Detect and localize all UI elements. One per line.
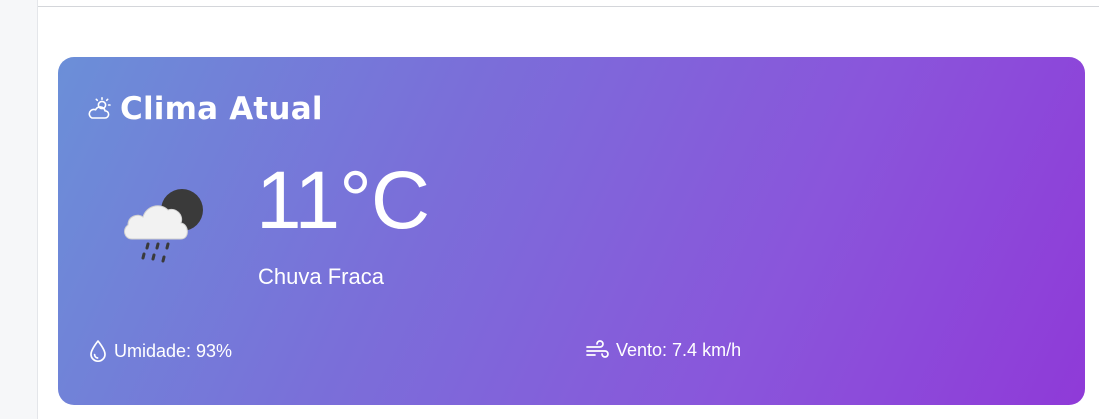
weather-card: Clima Atual 11°C Chuva Fraca Umidade: 93… — [58, 57, 1085, 405]
temperature-value: 11°C — [256, 155, 430, 246]
wind-icon — [585, 339, 610, 361]
sun-cloud-icon — [86, 96, 112, 122]
card-title: Clima Atual — [120, 91, 323, 127]
humidity-label: Umidade: 93% — [114, 340, 233, 361]
card-header: Clima Atual — [86, 91, 323, 127]
rain-cloud-night-icon — [118, 182, 214, 272]
condition-text: Chuva Fraca — [258, 264, 384, 289]
wind-label: Vento: 7.4 km/h — [616, 339, 742, 360]
wind-stat: Vento: 7.4 km/h — [585, 339, 741, 361]
water-drop-icon — [88, 339, 108, 363]
humidity-stat: Umidade: 93% — [88, 339, 232, 363]
top-bar — [38, 0, 1099, 7]
left-rail — [0, 0, 38, 419]
